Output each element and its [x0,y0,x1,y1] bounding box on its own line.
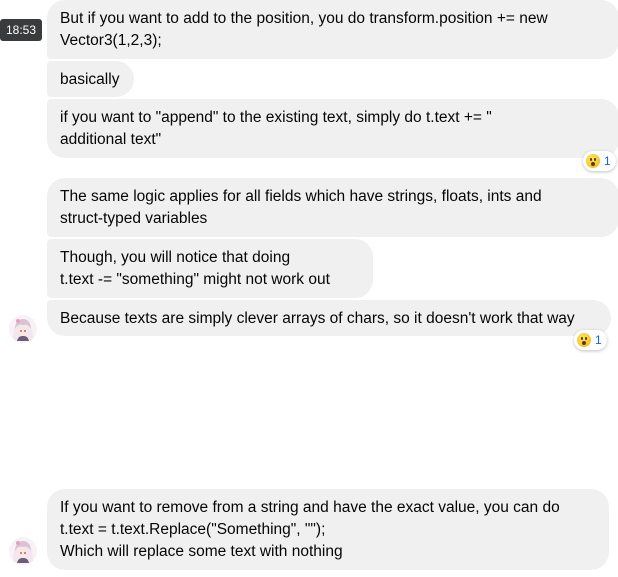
sender-avatar[interactable] [9,537,37,565]
chat-thread: 18:53 But if you want to add to the posi… [0,0,618,577]
reaction-count: 1 [604,154,611,168]
message-bubble-5[interactable]: Though, you will notice that doing t.tex… [47,239,373,298]
reaction-badge-2[interactable]: 1 [574,330,607,350]
reaction-count: 1 [595,333,602,347]
message-bubble-2[interactable]: basically [47,61,134,97]
surprised-face-icon [586,154,600,168]
message-timestamp: 18:53 [0,19,43,41]
message-bubble-1[interactable]: But if you want to add to the position, … [47,0,618,59]
message-bubble-7[interactable]: If you want to remove from a string and … [47,489,609,570]
message-bubble-3[interactable]: if you want to "append" to the existing … [47,99,618,158]
message-bubble-4[interactable]: The same logic applies for all fields wh… [47,178,618,237]
message-bubble-6[interactable]: Because texts are simply clever arrays o… [47,300,611,336]
reaction-badge-1[interactable]: 1 [583,151,616,171]
sender-avatar[interactable] [9,315,37,343]
surprised-face-icon [577,333,591,347]
